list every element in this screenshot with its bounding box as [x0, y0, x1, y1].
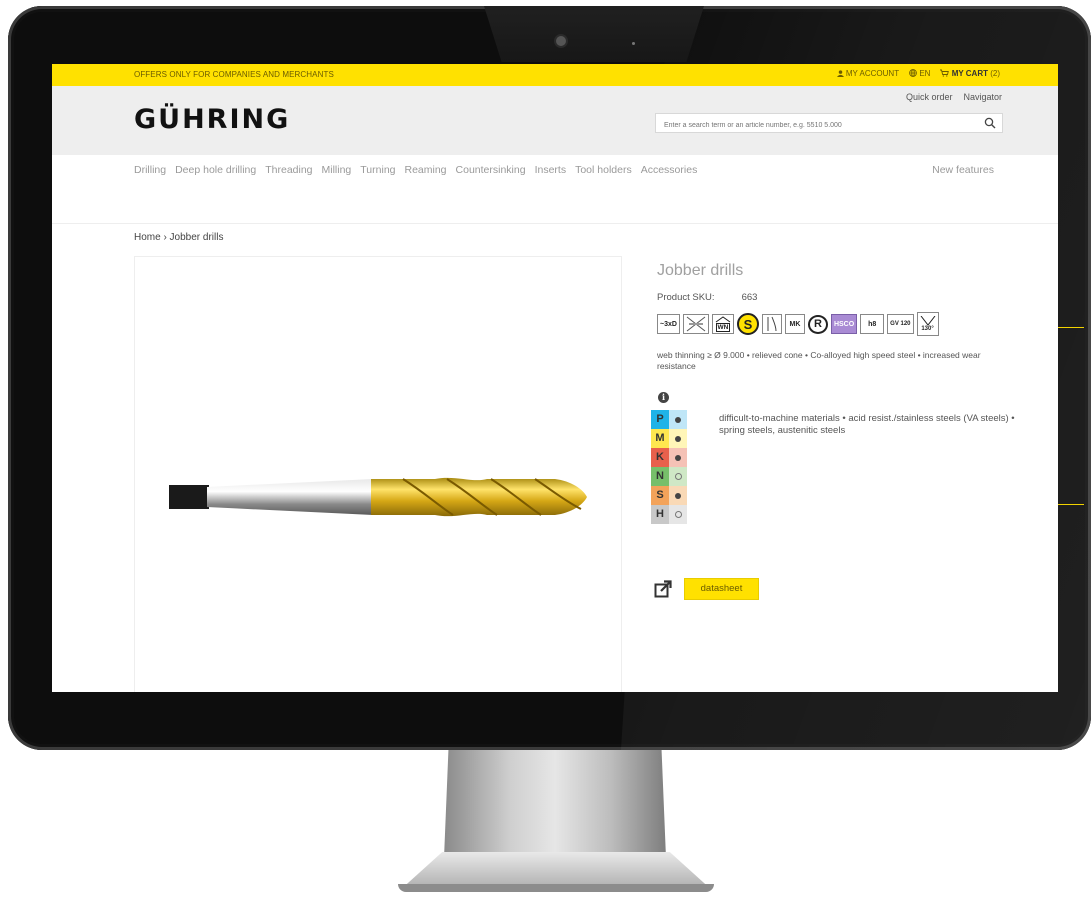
material-letter: N	[651, 467, 669, 486]
user-icon	[836, 70, 844, 77]
full-dot-icon	[675, 454, 681, 461]
nav-items: Drilling Deep hole drilling Threading Mi…	[134, 164, 697, 176]
point-angle-icon[interactable]: 130°	[916, 312, 939, 336]
globe-icon	[909, 69, 917, 77]
drill-taper-shank	[207, 479, 373, 515]
quick-links: Quick order Navigator	[906, 92, 1002, 102]
nav-item-new-features[interactable]: New features	[932, 164, 994, 176]
material-suitability-table: P M K N S H	[651, 410, 687, 524]
material-suitability	[669, 429, 687, 448]
website-screen: OFFERS ONLY FOR COMPANIES AND MERCHANTS …	[52, 64, 1058, 692]
material-letter: S	[651, 486, 669, 505]
nav-item-accessories[interactable]: Accessories	[641, 164, 698, 176]
material-description: difficult-to-machine materials • acid re…	[719, 413, 1015, 436]
material-suitability	[669, 410, 687, 429]
coolant-crossed-icon[interactable]	[682, 314, 709, 334]
nav-item-drilling[interactable]: Drilling	[134, 164, 166, 176]
nav-item-turning[interactable]: Turning	[360, 164, 395, 176]
info-icon[interactable]: i	[658, 392, 669, 403]
full-dot-icon	[675, 435, 681, 442]
material-letter: H	[651, 505, 669, 524]
material-suitability	[669, 486, 687, 505]
empty-dot-icon	[674, 473, 682, 481]
nav-item-reaming[interactable]: Reaming	[405, 164, 447, 176]
h8-icon[interactable]: h8	[860, 314, 885, 334]
navigator-link[interactable]: Navigator	[963, 92, 1002, 102]
full-dot-icon	[675, 416, 681, 423]
my-account-link[interactable]: MY ACCOUNT	[836, 69, 899, 78]
nav-item-inserts[interactable]: Inserts	[535, 164, 567, 176]
material-row-h: H	[651, 505, 687, 524]
mk-icon[interactable]: MK	[784, 314, 805, 334]
material-letter: K	[651, 448, 669, 467]
nav-item-deep-hole-drilling[interactable]: Deep hole drilling	[175, 164, 256, 176]
main-navigation: Drilling Deep hole drilling Threading Mi…	[52, 155, 1058, 224]
material-row-n: N	[651, 467, 687, 486]
guhring-logo[interactable]: GÜHRING	[134, 104, 290, 135]
top-bar-links: MY ACCOUNT EN MY CART (2)	[836, 69, 1000, 78]
material-suitability	[669, 467, 687, 486]
offers-notice: OFFERS ONLY FOR COMPANIES AND MERCHANTS	[134, 70, 334, 79]
hsco-icon[interactable]: HSCO	[830, 314, 858, 334]
gv120-icon[interactable]: GV 120	[887, 314, 914, 334]
language-switch[interactable]: EN	[909, 69, 930, 78]
camera-icon	[556, 36, 566, 46]
material-row-s: S	[651, 486, 687, 505]
material-suitability	[669, 505, 687, 524]
drill-flutes	[371, 477, 587, 517]
product-image-panel	[134, 256, 622, 692]
external-link-icon[interactable]	[654, 580, 672, 598]
monitor-foot	[398, 884, 714, 892]
cart-icon	[940, 69, 950, 77]
breadcrumb[interactable]: Home › Jobber drills	[134, 232, 223, 243]
property-icons: ~3xD WN S MK R HSCO h8 GV 120 130°	[657, 312, 939, 336]
material-letter: P	[651, 410, 669, 429]
search-input[interactable]	[656, 116, 974, 135]
jobber-drill-image[interactable]	[135, 257, 623, 692]
drill-tang	[169, 485, 209, 509]
sku-value: 663	[741, 292, 758, 303]
product-sku: Product SKU: 663	[657, 292, 757, 303]
nav-item-threading[interactable]: Threading	[265, 164, 312, 176]
site-header: GÜHRING Quick order Navigator	[52, 86, 1058, 155]
search-icon[interactable]	[984, 117, 996, 129]
quick-order-link[interactable]: Quick order	[906, 92, 953, 102]
empty-dot-icon	[674, 511, 682, 519]
nav-item-tool-holders[interactable]: Tool holders	[575, 164, 632, 176]
r-coating-icon[interactable]: R	[807, 314, 828, 334]
search-box	[655, 113, 1003, 135]
sku-label: Product SKU:	[657, 292, 715, 303]
datasheet-button[interactable]: datasheet	[684, 578, 759, 600]
material-row-m: M	[651, 429, 687, 448]
nav-item-countersinking[interactable]: Countersinking	[456, 164, 526, 176]
3xd-icon[interactable]: ~3xD	[657, 314, 680, 334]
material-suitability	[669, 448, 687, 467]
material-letter: M	[651, 429, 669, 448]
wn-icon[interactable]: WN	[711, 314, 734, 334]
product-features: web thinning ≥ Ø 9.000 • relieved cone •…	[657, 350, 981, 371]
nav-item-milling[interactable]: Milling	[322, 164, 352, 176]
camera-housing	[484, 6, 704, 62]
s-material-icon[interactable]: S	[736, 313, 759, 335]
top-bar: OFFERS ONLY FOR COMPANIES AND MERCHANTS …	[52, 64, 1058, 86]
material-row-k: K	[651, 448, 687, 467]
full-dot-icon	[675, 492, 681, 499]
material-row-p: P	[651, 410, 687, 429]
my-cart-link[interactable]: MY CART (2)	[940, 69, 1000, 78]
straight-flute-icon[interactable]	[761, 314, 782, 334]
product-title: Jobber drills	[657, 262, 744, 279]
sensor-icon	[632, 42, 635, 45]
monitor-stand	[444, 750, 666, 858]
